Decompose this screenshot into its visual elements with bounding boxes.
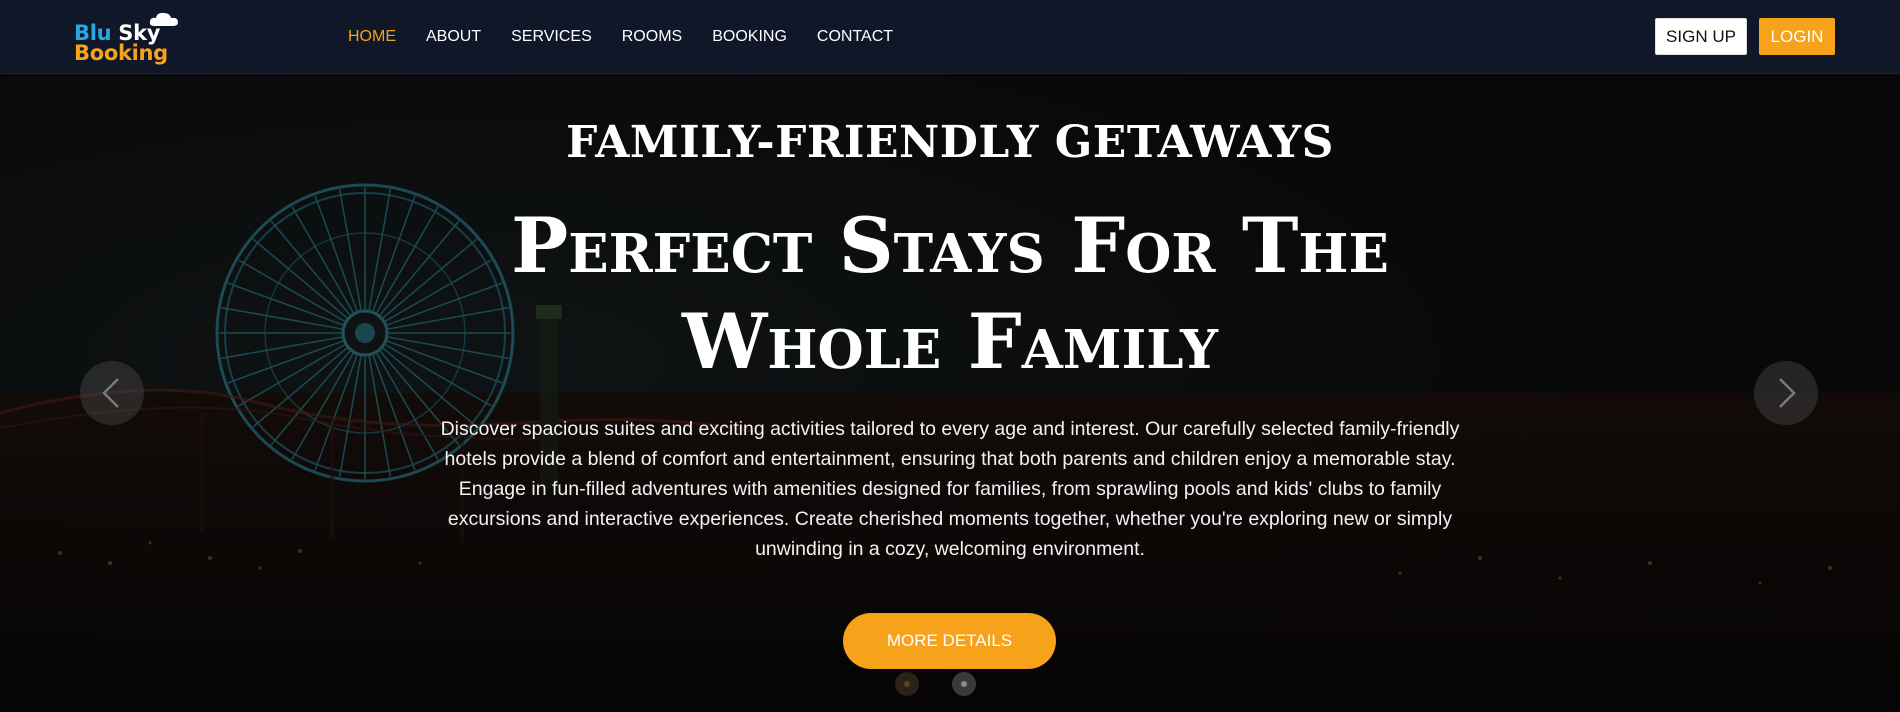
page: Blu Sky Booking HOME ABOUT SERVICES ROOM…	[0, 0, 1900, 712]
nav-about[interactable]: ABOUT	[426, 27, 481, 47]
navbar: Blu Sky Booking HOME ABOUT SERVICES ROOM…	[0, 0, 1900, 74]
hero-subtitle: FAMILY-FRIENDLY GETAWAYS	[566, 117, 1334, 168]
hero-title: Perfect Stays For The Whole Family	[0, 198, 1900, 390]
hero-title-line-1: Perfect Stays For The	[511, 201, 1389, 290]
nav-booking[interactable]: BOOKING	[712, 27, 787, 47]
login-button[interactable]: LOGIN	[1759, 18, 1835, 55]
brand-logo[interactable]: Blu Sky Booking	[74, 12, 184, 64]
chevron-right-icon	[1779, 378, 1796, 408]
sign-up-button[interactable]: SIGN UP	[1655, 18, 1747, 55]
nav-services[interactable]: SERVICES	[511, 27, 592, 47]
more-details-button[interactable]: MORE DETAILS	[843, 613, 1056, 669]
main-nav: HOME ABOUT SERVICES ROOMS BOOKING CONTAC…	[348, 27, 923, 47]
carousel-indicator-2[interactable]	[952, 672, 976, 696]
hero-title-line-2: Whole Family	[682, 297, 1218, 386]
hero-description: Discover spacious suites and exciting ac…	[440, 418, 1460, 560]
carousel-prev-button[interactable]	[80, 361, 144, 425]
nav-contact[interactable]: CONTACT	[817, 27, 893, 47]
chevron-left-icon	[102, 378, 119, 408]
carousel-indicator-1[interactable]	[895, 672, 919, 696]
carousel-next-button[interactable]	[1754, 361, 1818, 425]
nav-home[interactable]: HOME	[348, 27, 396, 47]
brand-word-booking: Booking	[74, 41, 168, 65]
nav-rooms[interactable]: ROOMS	[622, 27, 682, 47]
